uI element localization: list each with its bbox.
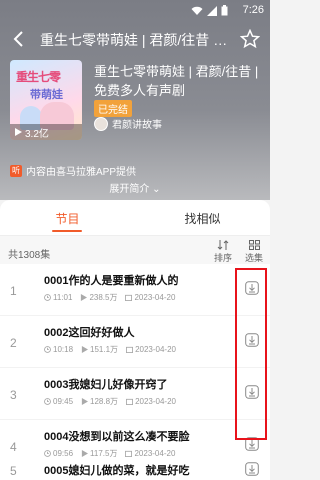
play-count-text: 3.2亿 [25,128,49,140]
calendar-icon [125,450,133,457]
clock-icon [44,450,51,457]
page-title: 重生七零带萌娃 | 君颜/往昔 | 免费多人有声剧 [40,32,230,48]
duration: 11:01 [44,292,72,303]
episode-title: 0001作的人是要重新做人的 [44,275,179,287]
date: 2023-04-20 [126,396,176,407]
episode-meta: 10:18 151.1万 2023-04-20 [44,344,176,355]
list-item[interactable]: 3 0003我媳妇儿好像开窍了 09:45 128.8万 2023-04-20 [0,368,270,420]
grid-icon [248,240,260,250]
tab-episodes[interactable]: 节目 [0,210,135,227]
duration: 10:18 [44,344,73,355]
wifi-icon [191,6,203,15]
source-text: 内容由喜马拉雅APP提供 [26,167,137,178]
back-arrow-icon[interactable] [10,30,28,48]
date: 2023-04-20 [125,292,175,303]
expand-intro-button[interactable]: 展开简介 ⌄ [0,180,270,195]
calendar-icon [126,398,134,405]
tab-bar: 节目 找相似 [0,200,270,236]
episode-count: 共1308集 [8,250,51,261]
episode-meta: 11:01 238.5万 2023-04-20 [44,292,175,303]
episode-title: 0002这回好好做人 [44,327,135,339]
sort-icon [217,240,229,250]
episode-index: 4 [10,440,17,454]
duration: 09:45 [44,396,73,407]
episode-index: 5 [10,464,17,478]
content-source: 听 内容由喜马拉雅APP提供 [10,163,136,178]
sort-label: 排序 [214,253,233,263]
play-count: 128.8万 [81,396,118,407]
select-episodes-button[interactable]: 选集 [244,240,264,264]
status-icons [191,5,228,16]
episode-title: 0003我媳妇儿好像开窍了 [44,379,168,391]
play-icon [81,294,88,301]
calendar-icon [126,346,134,353]
episode-index: 3 [10,388,17,402]
episode-index: 2 [10,336,17,350]
list-item[interactable]: 1 0001作的人是要重新做人的 11:01 238.5万 2023-04-20 [0,264,270,316]
ximalaya-icon: 听 [10,164,22,177]
clock-icon [44,398,51,405]
play-count: 151.1万 [81,344,118,355]
author[interactable]: 君颜讲故事 [94,116,162,131]
battery-icon [221,5,228,16]
album-title: 重生七零带萌娃 | 君颜/往昔 | 免费多人有声剧 [94,64,259,98]
date: 2023-04-20 [126,344,176,355]
tab-underline [52,230,82,232]
author-name: 君颜讲故事 [112,120,162,131]
cover-play-count: 3.2亿 [10,124,82,140]
play-icon [15,128,22,136]
signal-icon [207,5,217,16]
clock-icon [44,294,51,301]
episode-title: 0005媳妇儿做的菜，就是好吃 [44,465,190,477]
avatar [94,116,108,131]
sort-button[interactable]: 排序 [214,240,232,264]
status-bar: 7:26 [0,0,270,22]
download-highlight-box [235,268,267,440]
status-badge: 已完结 [94,100,132,117]
tab-similar[interactable]: 找相似 [135,210,270,227]
episode-meta: 09:45 128.8万 2023-04-20 [44,396,176,407]
list-item[interactable]: 5 0005媳妇儿做的菜，就是好吃 [0,458,270,480]
clock-icon [44,346,51,353]
list-item[interactable]: 2 0002这回好好做人 10:18 151.1万 2023-04-20 [0,316,270,368]
play-icon [81,346,89,353]
star-icon[interactable] [240,29,260,49]
cover-title-line1: 重生七零 [16,70,61,84]
status-time: 7:26 [242,4,264,16]
episode-title: 0004没想到以前这么凑不要脸 [44,431,190,443]
album-cover[interactable]: 重生七零 带萌娃 3.2亿 [10,60,82,140]
play-icon [81,398,89,405]
play-icon [81,450,89,457]
calendar-icon [125,294,133,301]
play-count: 238.5万 [80,292,117,303]
list-header: 共1308集 排序 选集 [0,236,270,264]
cover-title-line2: 带萌娃 [30,89,63,101]
title-bar: 重生七零带萌娃 | 君颜/往昔 | 免费多人有声剧 [0,28,270,50]
download-icon[interactable] [245,462,259,476]
episode-index: 1 [10,284,17,298]
select-label: 选集 [244,253,263,263]
